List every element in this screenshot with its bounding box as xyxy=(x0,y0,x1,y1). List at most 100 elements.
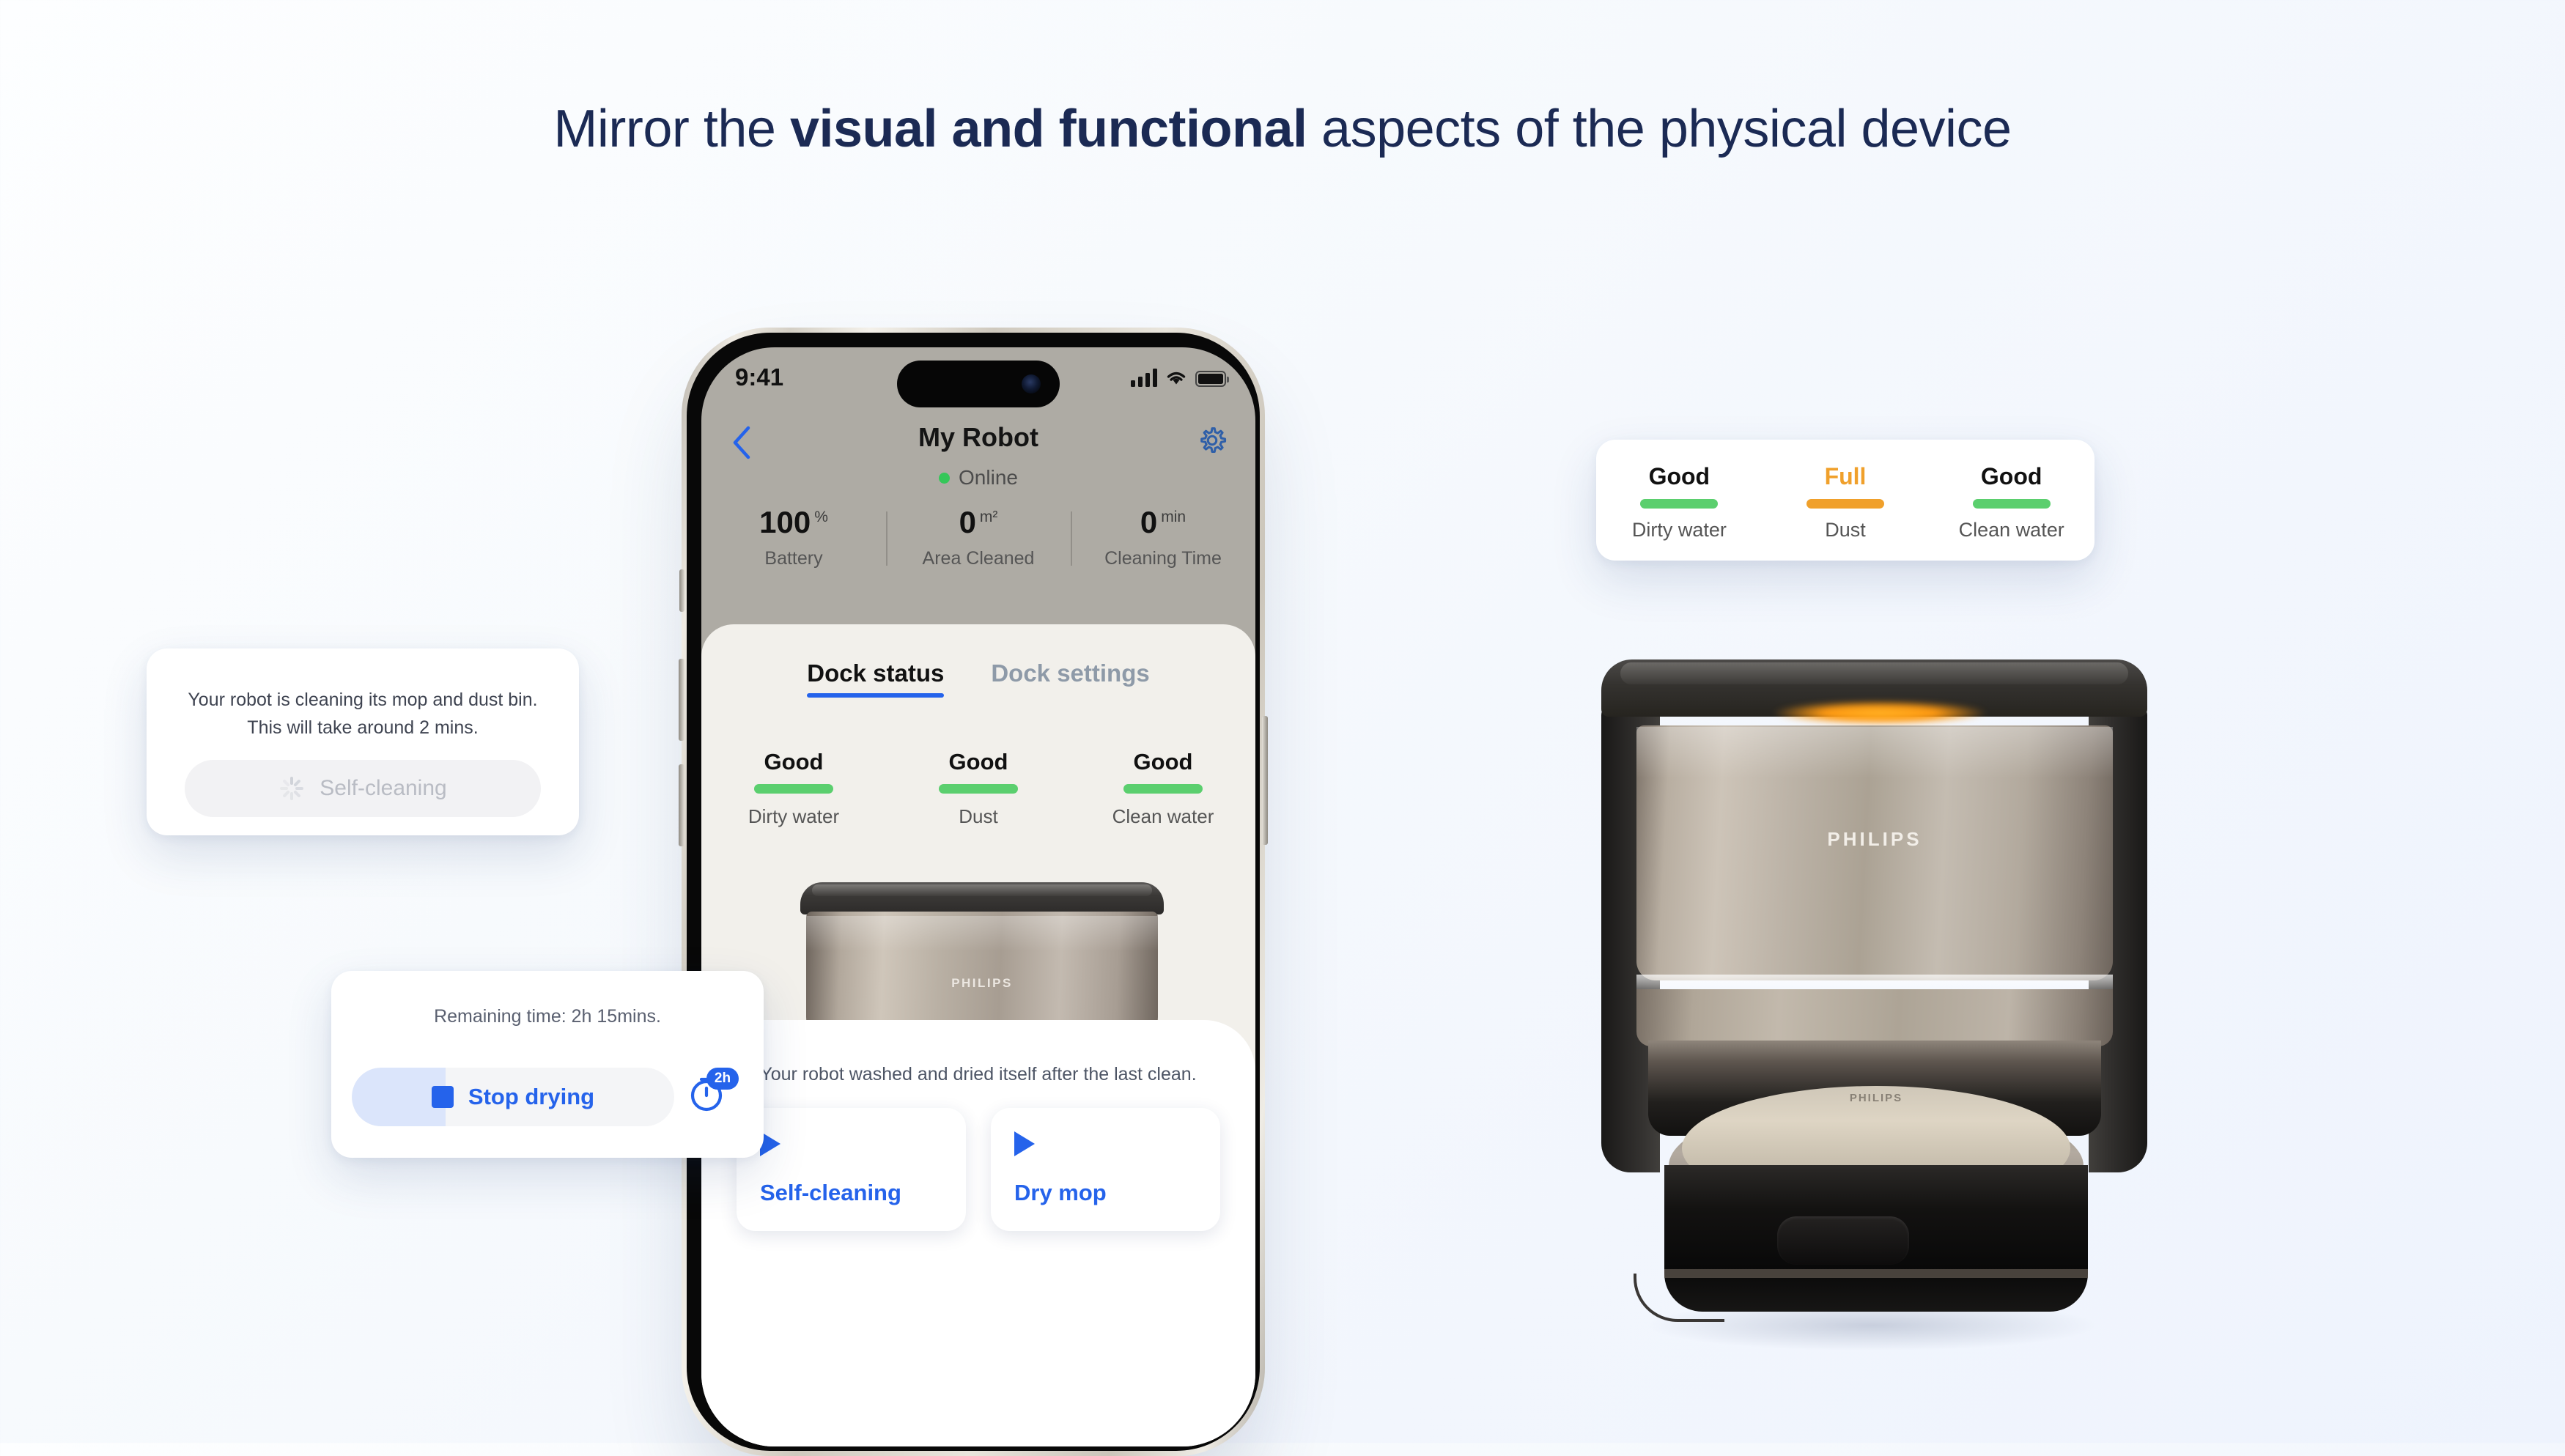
stop-drying-label: Stop drying xyxy=(468,1084,595,1109)
connection-status-label: Online xyxy=(959,466,1018,489)
stop-square-icon xyxy=(431,1086,454,1108)
play-icon xyxy=(1014,1131,1035,1156)
page-title: My Robot xyxy=(918,422,1038,452)
dock-actions-panel: Your robot washed and dried itself after… xyxy=(701,1020,1255,1446)
headline-bold: visual and functional xyxy=(789,100,1307,158)
action-dry-mop-label: Dry mop xyxy=(1014,1180,1107,1205)
dynamic-island xyxy=(897,361,1060,407)
stat-area-unit: m² xyxy=(979,509,998,525)
product-photo-robot-dock: PHILIPS PHILIPS xyxy=(1601,659,2147,1356)
product-highlight-stripe xyxy=(1636,975,2113,991)
phone-volume-down-button[interactable] xyxy=(679,764,684,846)
stat-time-value: 0 xyxy=(1140,505,1158,539)
detached-status-clean-water-value: Good xyxy=(1980,463,2042,489)
dock-status-dust-label: Dust xyxy=(959,805,998,827)
dock-status-clean-water-label: Clean water xyxy=(1112,805,1214,827)
headline-part-2: aspects of the physical device xyxy=(1307,100,2012,158)
product-panel-sheen xyxy=(1636,727,2113,778)
dock-image-brand: PHILIPS xyxy=(951,976,1013,990)
stat-area-label: Area Cleaned xyxy=(922,548,1035,569)
app-nav-bar: My Robot xyxy=(701,421,1255,472)
dock-status-dust-bar xyxy=(939,784,1018,794)
card-dock-status-detached: Good Dirty water Full Dust Good Clean wa… xyxy=(1596,440,2095,561)
dock-image-top-cap xyxy=(800,882,1164,914)
tab-dock-status[interactable]: Dock status xyxy=(807,659,945,698)
detached-status-dirty-water-label: Dirty water xyxy=(1631,519,1727,541)
detached-status-dust-value: Full xyxy=(1824,463,1867,489)
detached-status-clean-water: Good Clean water xyxy=(1928,463,2095,542)
phone-power-button[interactable] xyxy=(1262,716,1268,845)
dock-note: Your robot washed and dried itself after… xyxy=(760,1064,1197,1084)
stat-area-value: 0 xyxy=(959,505,976,539)
stat-battery-value: 100 xyxy=(759,505,811,539)
card-drying: Remaining time: 2h 15mins. Stop drying 2… xyxy=(331,971,764,1158)
front-camera-icon xyxy=(1022,374,1041,393)
card-drying-remaining: Remaining time: 2h 15mins. xyxy=(434,1006,661,1027)
detached-status-clean-water-bar xyxy=(1972,499,2051,509)
gear-icon[interactable] xyxy=(1195,424,1229,457)
product-top-gloss xyxy=(1620,662,2128,684)
connection-status: Online xyxy=(701,466,1255,489)
stop-drying-button[interactable]: Stop drying xyxy=(352,1068,674,1126)
signal-bars-icon xyxy=(1131,368,1157,387)
status-dot-icon xyxy=(939,472,951,484)
dock-product-image: PHILIPS xyxy=(800,882,1164,1042)
detached-status-dust: Full Dust xyxy=(1763,463,1929,542)
status-bar-indicators xyxy=(1131,365,1229,387)
card-self-cleaning-line2: This will take around 2 mins. xyxy=(247,717,479,738)
dock-status-dirty-water-value: Good xyxy=(764,749,824,775)
action-self-cleaning[interactable]: Self-cleaning xyxy=(737,1108,966,1231)
dock-image-gloss xyxy=(812,884,1152,896)
headline-part-1: Mirror the xyxy=(553,100,790,158)
dock-status-grid: Good Dirty water Good Dust Good Clean wa… xyxy=(701,749,1255,828)
dock-status-dust-value: Good xyxy=(948,749,1008,775)
wifi-icon xyxy=(1167,372,1186,385)
dock-status-clean-water-bar xyxy=(1123,784,1203,794)
tab-dock-settings[interactable]: Dock settings xyxy=(991,659,1149,698)
action-dry-mop[interactable]: Dry mop xyxy=(991,1108,1220,1231)
detached-status-dirty-water-bar xyxy=(1640,499,1719,509)
stat-time-label: Cleaning Time xyxy=(1104,548,1222,569)
stat-battery-label: Battery xyxy=(764,548,823,569)
detached-status-dirty-water: Good Dirty water xyxy=(1596,463,1763,542)
phone-frame: 9:41 My Robot Online 100 % Battery 0 m² … xyxy=(679,328,1268,1456)
timer-badge: 2h xyxy=(706,1068,739,1090)
action-self-cleaning-label: Self-cleaning xyxy=(760,1180,901,1205)
battery-icon xyxy=(1195,371,1229,387)
ios-status-bar: 9:41 xyxy=(701,347,1255,418)
card-self-cleaning-button[interactable]: Self-cleaning xyxy=(185,760,541,817)
drying-timer-control[interactable]: 2h xyxy=(686,1068,745,1125)
dock-status-dirty-water-label: Dirty water xyxy=(748,805,840,827)
product-lower-panel xyxy=(1636,989,2113,1046)
product-robot-brand-label: PHILIPS xyxy=(1849,1092,1903,1104)
dock-status-dirty-water: Good Dirty water xyxy=(701,749,886,828)
dock-sheet: Dock status Dock settings Good Dirty wat… xyxy=(701,624,1255,1446)
detached-status-clean-water-label: Clean water xyxy=(1958,519,2064,541)
dock-status-dust: Good Dust xyxy=(886,749,1071,828)
product-robot-bumper xyxy=(1777,1216,1909,1265)
stat-battery: 100% Battery xyxy=(701,507,886,569)
product-brand-label: PHILIPS xyxy=(1827,828,1922,850)
detached-status-dirty-water-value: Good xyxy=(1648,463,1710,489)
dock-status-clean-water: Good Clean water xyxy=(1071,749,1255,828)
card-self-cleaning-text: Your robot is cleaning its mop and dust … xyxy=(147,687,579,742)
phone-bezel: 9:41 My Robot Online 100 % Battery 0 m² … xyxy=(687,333,1260,1451)
page-headline: Mirror the visual and functional aspects… xyxy=(0,99,2565,159)
phone-mockup: 9:41 My Robot Online 100 % Battery 0 m² … xyxy=(679,328,1268,1456)
stat-cleaning-time: 0 min Cleaning Time xyxy=(1071,507,1255,569)
dock-image-sheen xyxy=(806,916,1158,951)
stat-battery-unit: % xyxy=(814,509,828,525)
dock-status-clean-water-value: Good xyxy=(1133,749,1193,775)
product-status-light xyxy=(1774,701,1986,725)
product-power-cord xyxy=(1634,1274,1724,1322)
stat-time-unit: min xyxy=(1161,509,1186,525)
loading-spinner-icon xyxy=(278,775,305,802)
dock-action-buttons: Self-cleaning Dry mop xyxy=(737,1108,1220,1231)
stat-area-cleaned: 0 m² Area Cleaned xyxy=(886,507,1071,569)
phone-volume-up-button[interactable] xyxy=(679,659,684,741)
status-bar-time: 9:41 xyxy=(735,363,784,391)
product-robot-band xyxy=(1664,1269,2088,1278)
phone-screen: 9:41 My Robot Online 100 % Battery 0 m² … xyxy=(701,347,1255,1446)
card-self-cleaning-line1: Your robot is cleaning its mop and dust … xyxy=(188,690,538,710)
phone-mute-button[interactable] xyxy=(679,569,684,612)
